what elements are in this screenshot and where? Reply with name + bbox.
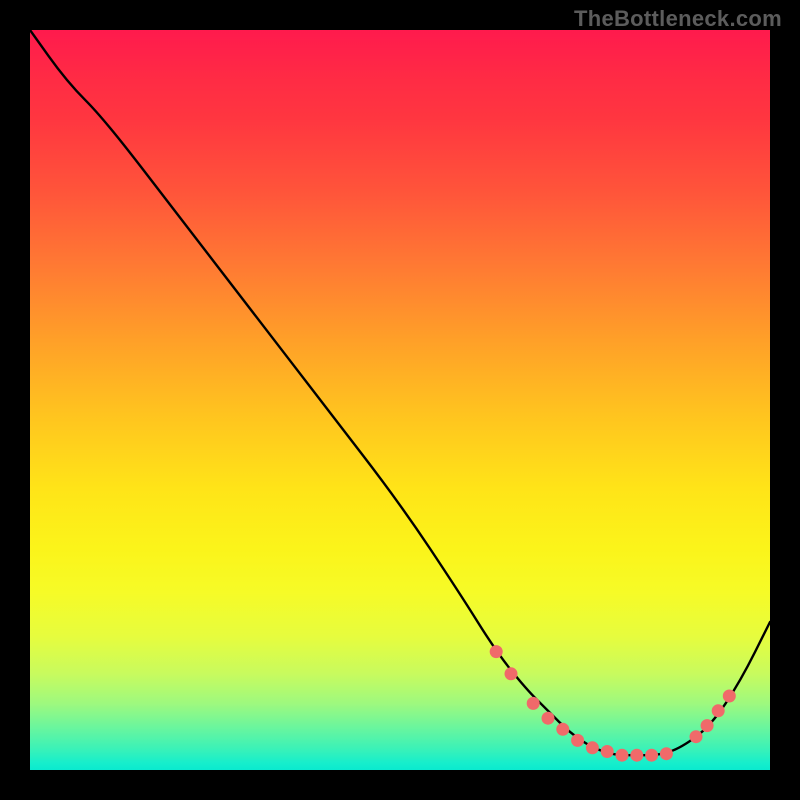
heat-gradient <box>30 30 770 770</box>
watermark-text: TheBottleneck.com <box>574 6 782 32</box>
chart-frame: TheBottleneck.com <box>0 0 800 800</box>
plot-area <box>30 30 770 770</box>
